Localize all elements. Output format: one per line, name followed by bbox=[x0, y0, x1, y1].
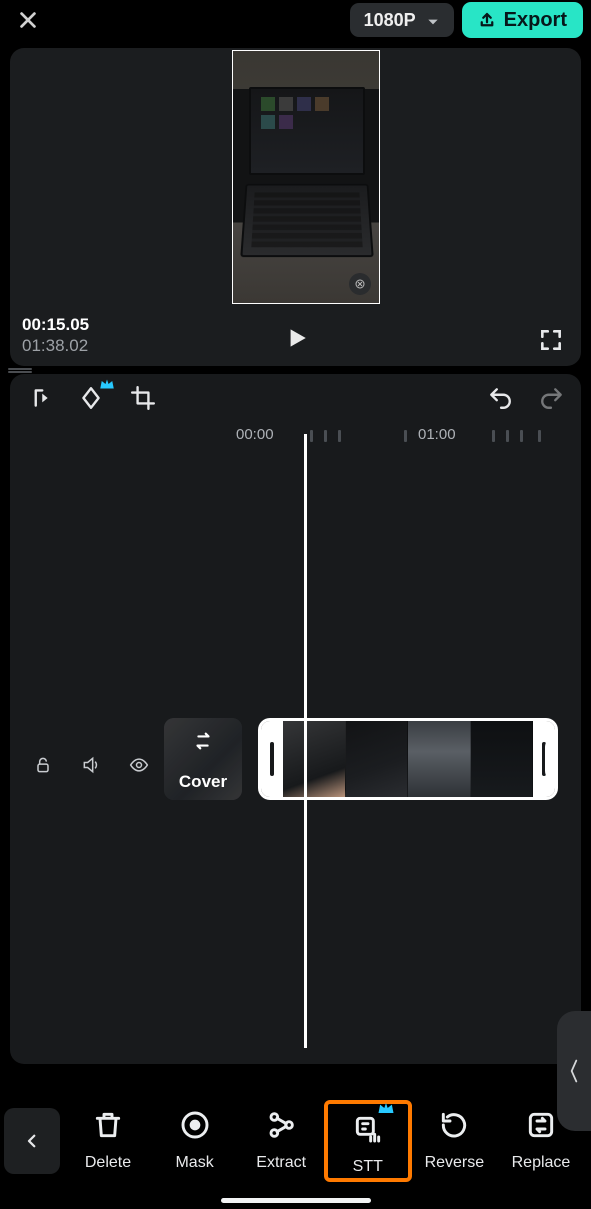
export-button[interactable]: Export bbox=[462, 2, 583, 38]
jump-to-start-button[interactable] bbox=[24, 383, 54, 413]
ruler-label: 01:00 bbox=[418, 426, 456, 443]
watermark-badge bbox=[349, 273, 371, 295]
extract-icon bbox=[258, 1102, 304, 1148]
tool-extract[interactable]: Extract bbox=[239, 1102, 323, 1172]
tool-label: Mask bbox=[175, 1154, 213, 1172]
tool-label: Replace bbox=[512, 1154, 571, 1172]
trash-icon bbox=[85, 1102, 131, 1148]
video-clip[interactable] bbox=[258, 718, 558, 800]
side-drawer-handle[interactable] bbox=[557, 1011, 591, 1131]
chevron-down-icon bbox=[426, 13, 440, 27]
tool-label: STT bbox=[353, 1158, 383, 1176]
ruler-tick bbox=[492, 430, 495, 442]
mask-icon bbox=[172, 1102, 218, 1148]
play-button[interactable] bbox=[278, 320, 314, 356]
tool-label: Extract bbox=[256, 1154, 306, 1172]
crop-button[interactable] bbox=[128, 383, 158, 413]
ruler-tick bbox=[404, 430, 407, 442]
clip-handle-left[interactable] bbox=[261, 721, 283, 797]
tool-stt[interactable]: STT bbox=[326, 1102, 410, 1180]
crown-icon bbox=[376, 1098, 396, 1123]
crown-icon bbox=[98, 375, 116, 398]
reverse-icon bbox=[431, 1102, 477, 1148]
tool-delete[interactable]: Delete bbox=[66, 1102, 150, 1172]
timeline-ruler[interactable]: 00:00 01:00 bbox=[10, 424, 581, 448]
video-preview-panel: 00:15.05 01:38.02 bbox=[10, 48, 581, 366]
playhead[interactable] bbox=[304, 434, 307, 1048]
cover-label: Cover bbox=[179, 772, 227, 792]
fullscreen-button[interactable] bbox=[535, 324, 567, 356]
home-indicator bbox=[221, 1198, 371, 1203]
resolution-label: 1080P bbox=[364, 10, 416, 31]
current-time: 00:15.05 bbox=[22, 314, 89, 335]
upload-icon bbox=[478, 11, 496, 29]
timeline-panel: 00:00 01:00 Cover bbox=[10, 374, 581, 1064]
ruler-tick bbox=[324, 430, 327, 442]
redo-button[interactable] bbox=[537, 383, 567, 413]
swap-icon bbox=[192, 730, 214, 757]
show-track-button[interactable] bbox=[128, 754, 150, 776]
total-duration: 01:38.02 bbox=[22, 335, 89, 356]
ruler-tick bbox=[538, 430, 541, 442]
ruler-tick bbox=[310, 430, 313, 442]
ruler-tick bbox=[520, 430, 523, 442]
clip-thumbnails bbox=[283, 721, 533, 797]
keyframe-button[interactable] bbox=[76, 383, 106, 413]
undo-button[interactable] bbox=[485, 383, 515, 413]
video-preview-frame[interactable] bbox=[232, 50, 380, 304]
close-button[interactable] bbox=[8, 0, 48, 40]
tools-back-button[interactable] bbox=[4, 1108, 60, 1174]
ruler-label: 00:00 bbox=[236, 426, 274, 443]
tool-label: Delete bbox=[85, 1154, 131, 1172]
export-label: Export bbox=[504, 9, 567, 32]
ruler-tick bbox=[506, 430, 509, 442]
transition-button[interactable] bbox=[545, 737, 558, 781]
cover-button[interactable]: Cover bbox=[164, 718, 242, 800]
time-display: 00:15.05 01:38.02 bbox=[22, 314, 89, 356]
resolution-selector[interactable]: 1080P bbox=[350, 3, 454, 37]
ruler-tick bbox=[338, 430, 341, 442]
lock-track-button[interactable] bbox=[32, 754, 54, 776]
tool-mask[interactable]: Mask bbox=[153, 1102, 237, 1172]
mute-track-button[interactable] bbox=[80, 754, 102, 776]
tool-label: Reverse bbox=[425, 1154, 485, 1172]
tool-reverse[interactable]: Reverse bbox=[412, 1102, 496, 1172]
